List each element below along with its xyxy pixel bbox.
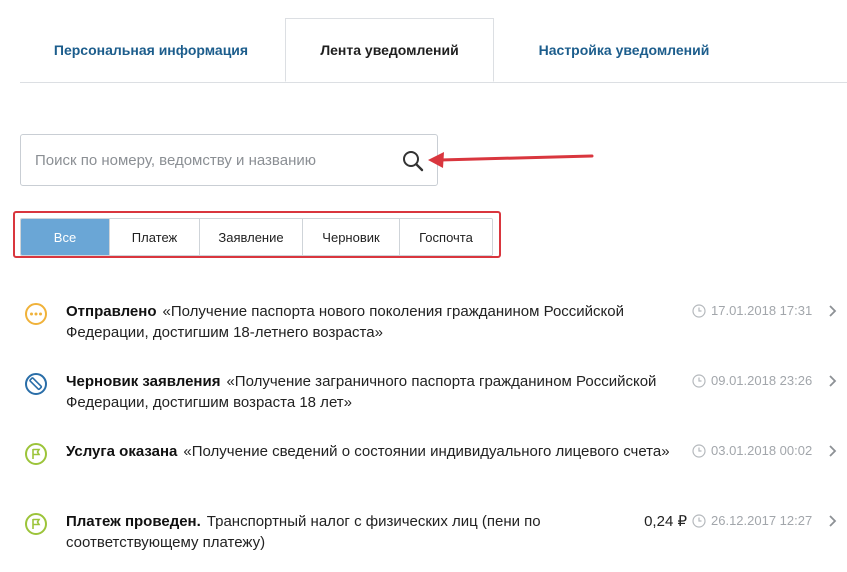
draft-pencil-icon bbox=[25, 373, 47, 395]
feed-item[interactable]: Услуга оказана «Получение сведений о сост… bbox=[0, 442, 847, 502]
feed-item-date: 17.01.2018 17:31 bbox=[711, 303, 813, 318]
feed-item-status: Услуга оказана bbox=[66, 443, 178, 460]
search-input[interactable] bbox=[35, 135, 395, 185]
search-icon[interactable] bbox=[401, 149, 425, 173]
sent-dots-icon bbox=[25, 303, 47, 325]
tab-personal-info[interactable]: Персональная информация bbox=[20, 18, 282, 81]
search-box bbox=[20, 134, 438, 186]
filter-application-button[interactable]: Заявление bbox=[200, 219, 303, 255]
clock-icon bbox=[692, 304, 706, 318]
feed-item-title: «Получение сведений о состоянии индивиду… bbox=[183, 443, 670, 460]
filter-gospochta-button[interactable]: Госпочта bbox=[400, 219, 492, 255]
feed-item[interactable]: Отправлено «Получение паспорта нового пок… bbox=[0, 302, 847, 362]
feed-item[interactable]: Черновик заявления «Получение заграничног… bbox=[0, 372, 847, 432]
feed-item-text: Платеж проведен. Транспортный налог с физ… bbox=[66, 511, 636, 553]
clock-icon bbox=[692, 444, 706, 458]
chevron-right-icon[interactable] bbox=[828, 304, 838, 318]
feed-item-status: Черновик заявления bbox=[66, 373, 221, 390]
feed-item-status: Отправлено bbox=[66, 303, 157, 320]
feed-item-text: Отправлено «Получение паспорта нового пок… bbox=[66, 301, 676, 343]
feed-item-date: 09.01.2018 23:26 bbox=[711, 373, 813, 388]
annotation-arrow bbox=[428, 152, 594, 168]
tab-bar: Персональная информация Лента уведомлени… bbox=[20, 18, 847, 83]
chevron-right-icon[interactable] bbox=[828, 374, 838, 388]
feed-item-status: Платеж проведен. bbox=[66, 513, 201, 530]
tab-notification-settings[interactable]: Настройка уведомлений bbox=[494, 18, 754, 81]
filter-payment-button[interactable]: Платеж bbox=[110, 219, 200, 255]
filter-draft-button[interactable]: Черновик bbox=[303, 219, 400, 255]
feed-item-text: Черновик заявления «Получение заграничног… bbox=[66, 371, 676, 413]
filter-group: Все Платеж Заявление Черновик Госпочта bbox=[20, 218, 493, 256]
clock-icon bbox=[692, 374, 706, 388]
tab-notification-feed[interactable]: Лента уведомлений bbox=[285, 18, 494, 82]
feed-item-text: Услуга оказана «Получение сведений о сост… bbox=[66, 441, 676, 462]
flag-icon bbox=[25, 443, 47, 465]
feed-item[interactable]: Платеж проведен. Транспортный налог с физ… bbox=[0, 512, 847, 572]
chevron-right-icon[interactable] bbox=[828, 444, 838, 458]
chevron-right-icon[interactable] bbox=[828, 514, 838, 528]
feed-item-date: 26.12.2017 12:27 bbox=[711, 513, 813, 528]
feed-item-date: 03.01.2018 00:02 bbox=[711, 443, 813, 458]
clock-icon bbox=[692, 514, 706, 528]
payment-amount: 0,24 ₽ bbox=[644, 513, 687, 530]
flag-icon bbox=[25, 513, 47, 535]
filter-all-button[interactable]: Все bbox=[21, 219, 110, 255]
